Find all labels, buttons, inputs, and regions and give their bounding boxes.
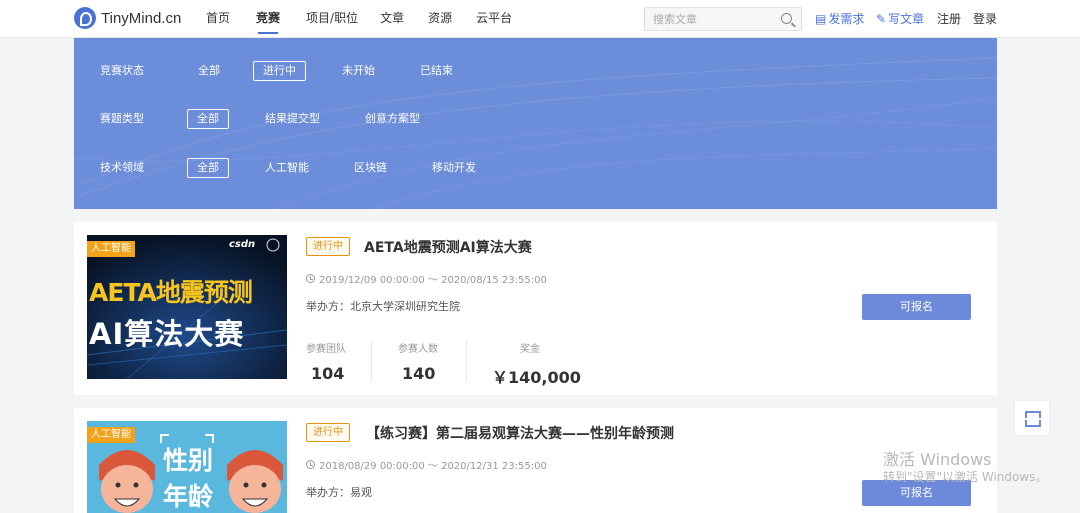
filter-label-status: 竞赛状态 bbox=[100, 64, 144, 77]
competition-card[interactable]: 人工智能 性别 年龄 进行中 【练习赛】第二届易观算法大赛——性别年龄预测 20… bbox=[74, 408, 997, 513]
stat-value: 140 bbox=[402, 364, 436, 383]
filter-type-creative[interactable]: 创意方案型 bbox=[355, 109, 430, 129]
post-demand-label: 发需求 bbox=[828, 11, 865, 26]
filter-tech-blockchain[interactable]: 区块链 bbox=[344, 158, 397, 178]
filter-status-all[interactable]: 全部 bbox=[188, 61, 230, 81]
search-icon[interactable] bbox=[781, 13, 792, 24]
competition-card[interactable]: 人工智能 csdn AETA地震预测 AI算法大赛 进行中 AETA地震预测AI… bbox=[74, 222, 997, 395]
stat-prize: 奖金 ￥140,000 bbox=[492, 340, 581, 388]
competition-date: 2019/12/09 00:00:00 ～ 2020/08/15 23:55:0… bbox=[306, 271, 547, 286]
filter-label-tech: 技术领域 bbox=[100, 161, 144, 174]
stat-divider bbox=[371, 340, 372, 382]
stat-participants: 参赛人数 140 bbox=[398, 340, 438, 383]
competition-title[interactable]: 【练习赛】第二届易观算法大赛——性别年龄预测 bbox=[366, 423, 674, 443]
filter-tech-mobile[interactable]: 移动开发 bbox=[422, 158, 486, 178]
filter-row-type: 赛题类型 全部 结果提交型 创意方案型 bbox=[74, 109, 997, 129]
logo-icon bbox=[74, 7, 96, 29]
register-link[interactable]: 注册 bbox=[937, 0, 961, 38]
nav-item-articles[interactable]: 文章 bbox=[380, 0, 404, 38]
filter-type-all[interactable]: 全部 bbox=[187, 109, 229, 129]
competition-title[interactable]: AETA地震预测AI算法大赛 bbox=[364, 237, 532, 257]
filter-status-ended[interactable]: 已结束 bbox=[410, 61, 463, 81]
date-range: 2018/08/29 00:00:00 ～ 2020/12/31 23:55:0… bbox=[319, 461, 547, 472]
filter-status-upcoming[interactable]: 未开始 bbox=[332, 61, 385, 81]
thumbnail-title-line2: 年龄 bbox=[163, 482, 214, 511]
brand-name: TinyMind.cn bbox=[101, 9, 182, 27]
nav-item-projects[interactable]: 项目/职位 bbox=[306, 0, 358, 38]
filter-tech-all[interactable]: 全部 bbox=[187, 158, 229, 178]
windows-activation-hint: 转到"设置"以激活 Windows。 bbox=[883, 470, 1048, 484]
site-logo[interactable]: TinyMind.cn bbox=[74, 7, 181, 29]
competition-thumbnail[interactable]: 人工智能 性别 年龄 bbox=[87, 421, 287, 513]
signup-button[interactable]: 可报名 bbox=[862, 294, 971, 320]
pen-icon: ✎ bbox=[876, 11, 887, 26]
top-header: TinyMind.cn 首页 竞赛 项目/职位 文章 资源 云平台 ▤ 发需求 … bbox=[0, 0, 1080, 38]
stat-label: 参赛人数 bbox=[398, 344, 438, 355]
nav-item-cloud[interactable]: 云平台 bbox=[476, 0, 512, 38]
status-badge: 进行中 bbox=[306, 423, 350, 442]
scan-button[interactable] bbox=[1014, 400, 1050, 436]
clock-icon bbox=[306, 274, 315, 283]
filter-status-ongoing[interactable]: 进行中 bbox=[253, 61, 306, 81]
windows-activation-title: 激活 Windows bbox=[883, 450, 992, 469]
competition-host: 举办方：北京大学深圳研究生院 bbox=[306, 300, 460, 313]
write-article-label: 写文章 bbox=[888, 11, 925, 26]
thumbnail-title-line1: 性别 bbox=[163, 446, 214, 475]
post-demand-link[interactable]: ▤ 发需求 bbox=[815, 0, 864, 38]
search-input[interactable] bbox=[645, 8, 770, 31]
filter-banner: 竞赛状态 全部 进行中 未开始 已结束 赛题类型 全部 结果提交型 创意方案型 … bbox=[74, 38, 997, 209]
scan-icon bbox=[1024, 411, 1042, 427]
status-badge: 进行中 bbox=[306, 237, 350, 256]
stat-teams: 参赛团队 104 bbox=[306, 340, 346, 383]
thumbnail-title-line2: AI算法大赛 bbox=[89, 317, 245, 351]
nav-item-home[interactable]: 首页 bbox=[206, 0, 230, 38]
clock-icon bbox=[306, 460, 315, 469]
stat-value: ￥140,000 bbox=[492, 368, 581, 387]
category-tag: 人工智能 bbox=[87, 427, 135, 443]
main-nav: 首页 竞赛 项目/职位 文章 资源 云平台 bbox=[206, 0, 512, 38]
filter-type-submission[interactable]: 结果提交型 bbox=[255, 109, 330, 129]
filter-label-type: 赛题类型 bbox=[100, 112, 144, 125]
document-icon: ▤ bbox=[815, 11, 827, 26]
stat-label: 奖金 bbox=[520, 344, 540, 355]
competition-date: 2018/08/29 00:00:00 ～ 2020/12/31 23:55:0… bbox=[306, 457, 547, 472]
nav-item-competitions[interactable]: 竞赛 bbox=[256, 0, 280, 38]
login-link[interactable]: 登录 bbox=[973, 0, 997, 38]
date-range: 2019/12/09 00:00:00 ～ 2020/08/15 23:55:0… bbox=[319, 275, 547, 286]
stat-divider bbox=[466, 340, 467, 382]
stat-value: 104 bbox=[311, 364, 345, 383]
filter-tech-ai[interactable]: 人工智能 bbox=[255, 158, 319, 178]
search-box bbox=[644, 7, 802, 31]
nav-item-resources[interactable]: 资源 bbox=[428, 0, 452, 38]
competition-host: 举办方：易观 bbox=[306, 486, 372, 499]
category-tag: 人工智能 bbox=[87, 241, 135, 257]
write-article-link[interactable]: ✎ 写文章 bbox=[876, 0, 924, 38]
stat-label: 参赛团队 bbox=[306, 344, 346, 355]
competition-thumbnail[interactable]: 人工智能 csdn AETA地震预测 AI算法大赛 bbox=[87, 235, 287, 379]
filter-row-status: 竞赛状态 全部 进行中 未开始 已结束 bbox=[74, 61, 997, 81]
csdn-logo: csdn bbox=[229, 239, 256, 250]
thumbnail-title-line1: AETA地震预测 bbox=[89, 278, 253, 307]
filter-row-tech: 技术领域 全部 人工智能 区块链 移动开发 bbox=[74, 158, 997, 178]
